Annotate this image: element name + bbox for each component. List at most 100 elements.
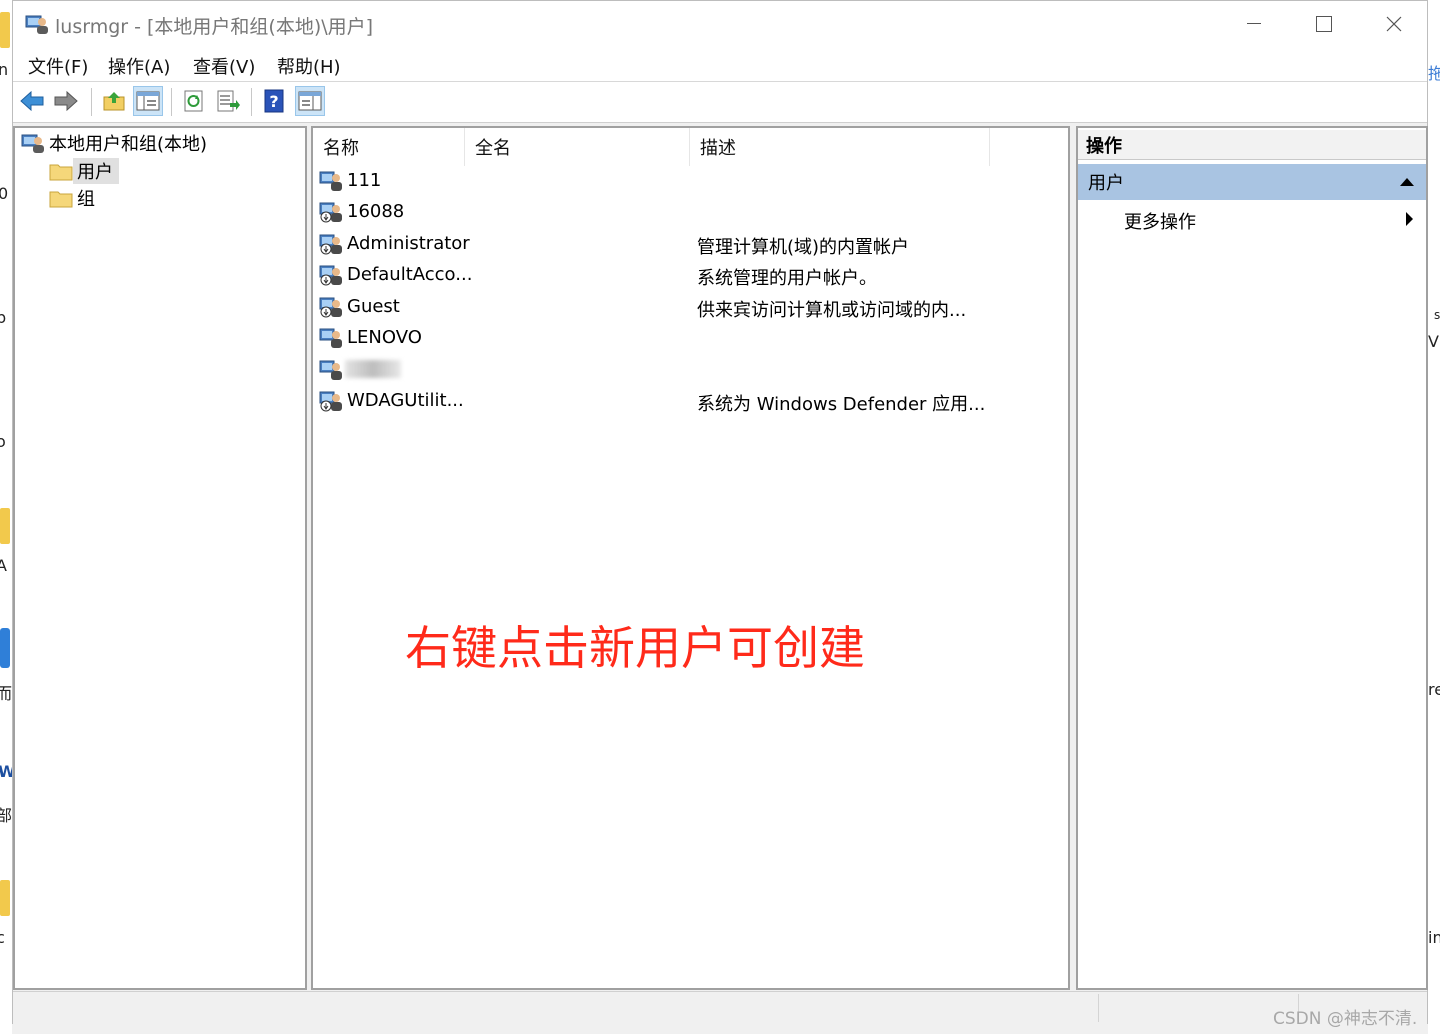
- desktop-word-icon[interactable]: W: [0, 762, 12, 781]
- actions-group-users[interactable]: 用户: [1078, 164, 1426, 200]
- status-bar: [13, 991, 1427, 1025]
- tree-item-label: 用户: [73, 158, 119, 184]
- export-list-icon: [217, 90, 240, 112]
- refresh-button[interactable]: [179, 86, 209, 116]
- local-users-groups-icon: [21, 134, 44, 153]
- user-description: 系统管理的用户帐户。: [697, 268, 877, 289]
- desktop-folder-icon[interactable]: [0, 12, 10, 48]
- console-tree-pane: 本地用户和组(本地) 用户 组: [13, 126, 307, 990]
- toolbar-separator: [91, 88, 92, 116]
- table-row[interactable]: LENOVO: [313, 323, 1068, 354]
- desktop-folder-icon[interactable]: [0, 880, 10, 916]
- actions-header: 操作: [1078, 130, 1426, 160]
- user-description: 管理计算机(域)的内置帐户: [697, 237, 910, 258]
- desktop-label-fragment: re: [1428, 680, 1440, 699]
- table-row[interactable]: Guest 供来宾访问计算机或访问域的内...: [313, 292, 1068, 323]
- toolbar: ?: [13, 82, 1427, 123]
- actions-group-label: 用户: [1088, 173, 1124, 194]
- close-button[interactable]: [1359, 1, 1429, 47]
- disabled-user-icon: [319, 265, 342, 286]
- forward-button[interactable]: [51, 86, 81, 116]
- user-icon: [319, 360, 342, 380]
- up-one-level-button[interactable]: [99, 86, 129, 116]
- desktop-label-fragment: A: [0, 556, 7, 575]
- desktop-folder-icon[interactable]: [0, 508, 10, 544]
- desktop-label-fragment: s: [1434, 308, 1440, 322]
- help-button[interactable]: ?: [259, 86, 289, 116]
- desktop-label-fragment: b: [0, 308, 7, 327]
- user-name: Guest: [347, 295, 400, 317]
- user-icon: [319, 328, 342, 348]
- up-folder-icon: [103, 92, 125, 111]
- column-header-name[interactable]: 名称: [313, 128, 465, 166]
- column-header-description[interactable]: 描述: [690, 128, 990, 166]
- menu-file[interactable]: 文件(F): [28, 53, 88, 79]
- maximize-icon: [1316, 16, 1332, 32]
- menu-bar: 文件(F) 操作(A) 查看(V) 帮助(H): [13, 47, 1427, 82]
- desktop-label-fragment: n: [0, 60, 9, 79]
- svg-text:?: ?: [269, 92, 278, 111]
- table-row[interactable]: DefaultAcco... 系统管理的用户帐户。: [313, 260, 1068, 291]
- status-divider: [1098, 994, 1099, 1022]
- folder-icon: [49, 191, 73, 208]
- more-actions-item[interactable]: 更多操作: [1124, 208, 1196, 234]
- tree-root[interactable]: 本地用户和组(本地): [21, 130, 213, 156]
- title-bar[interactable]: lusrmgr - [本地用户和组(本地)\用户]: [13, 1, 1427, 47]
- user-name: LENOVO: [347, 326, 422, 348]
- submenu-arrow-icon[interactable]: [1406, 212, 1413, 226]
- maximize-button[interactable]: [1289, 1, 1359, 47]
- user-name: WDAGUtilit...: [347, 389, 464, 411]
- table-row[interactable]: WDAGUtilit... 系统为 Windows Defender 应用...: [313, 386, 1068, 417]
- show-hide-action-pane-button[interactable]: [295, 86, 325, 116]
- refresh-icon: [184, 90, 203, 112]
- menu-action[interactable]: 操作(A): [108, 53, 170, 79]
- table-row[interactable]: 111: [313, 166, 1068, 197]
- actions-pane: 操作 用户 更多操作: [1076, 126, 1428, 990]
- collapse-up-icon[interactable]: [1400, 178, 1414, 186]
- column-header-fullname[interactable]: 全名: [465, 128, 690, 166]
- toolbar-separator: [171, 88, 172, 116]
- desktop-left-strip: n 0 b o A 而 W 部 c: [0, 0, 12, 1034]
- lusrmgr-window: lusrmgr - [本地用户和组(本地)\用户] 文件(F) 操作(A) 查看…: [12, 0, 1428, 1025]
- show-hide-tree-button[interactable]: [133, 86, 163, 116]
- show-tree-icon: [136, 91, 160, 111]
- toolbar-separator: [251, 88, 252, 116]
- back-arrow-icon: [20, 90, 44, 112]
- desktop-label-fragment: 部: [0, 806, 12, 825]
- tree-root-label: 本地用户和组(本地): [49, 134, 208, 155]
- watermark: CSDN @神志不清.: [1273, 1009, 1418, 1029]
- user-list-pane: 名称 全名 描述 111 16088 Administrator 管理计算机(域…: [311, 126, 1070, 990]
- tree-item-groups[interactable]: 组: [49, 185, 101, 211]
- folder-icon: [49, 164, 73, 181]
- user-description: 供来宾访问计算机或访问域的内...: [697, 300, 967, 321]
- desktop-app-icon[interactable]: [0, 628, 10, 668]
- annotation-text: 右键点击新用户可创建: [405, 621, 865, 675]
- user-name: DefaultAcco...: [347, 263, 473, 285]
- disabled-user-icon: [319, 234, 342, 255]
- menu-view[interactable]: 查看(V): [193, 53, 255, 79]
- menu-help[interactable]: 帮助(H): [277, 53, 341, 79]
- desktop-label-fragment: in: [1428, 928, 1440, 947]
- tree-item-users[interactable]: 用户: [49, 158, 119, 184]
- minimize-button[interactable]: [1219, 1, 1289, 47]
- disabled-user-icon: [319, 297, 342, 318]
- forward-arrow-icon: [54, 90, 78, 112]
- help-icon: ?: [264, 89, 284, 113]
- table-row[interactable]: Administrator 管理计算机(域)的内置帐户: [313, 229, 1068, 260]
- user-name: 111: [347, 169, 382, 191]
- desktop-label-fragment: Vi: [1428, 332, 1440, 351]
- disabled-user-icon: [319, 202, 342, 223]
- export-list-button[interactable]: [213, 86, 243, 116]
- desktop-label-fragment: c: [0, 928, 5, 947]
- user-name: 16088: [347, 200, 405, 222]
- user-icon: [319, 171, 342, 191]
- table-row[interactable]: [313, 355, 1068, 386]
- desktop-label-fragment: 而: [0, 684, 12, 703]
- computer-management-icon: [25, 15, 48, 34]
- desktop-label-fragment: 拖: [1428, 64, 1440, 83]
- back-button[interactable]: [17, 86, 47, 116]
- action-pane-icon: [298, 91, 322, 111]
- table-row[interactable]: 16088: [313, 197, 1068, 228]
- redacted-user-name: [345, 360, 401, 378]
- close-icon: [1386, 16, 1402, 32]
